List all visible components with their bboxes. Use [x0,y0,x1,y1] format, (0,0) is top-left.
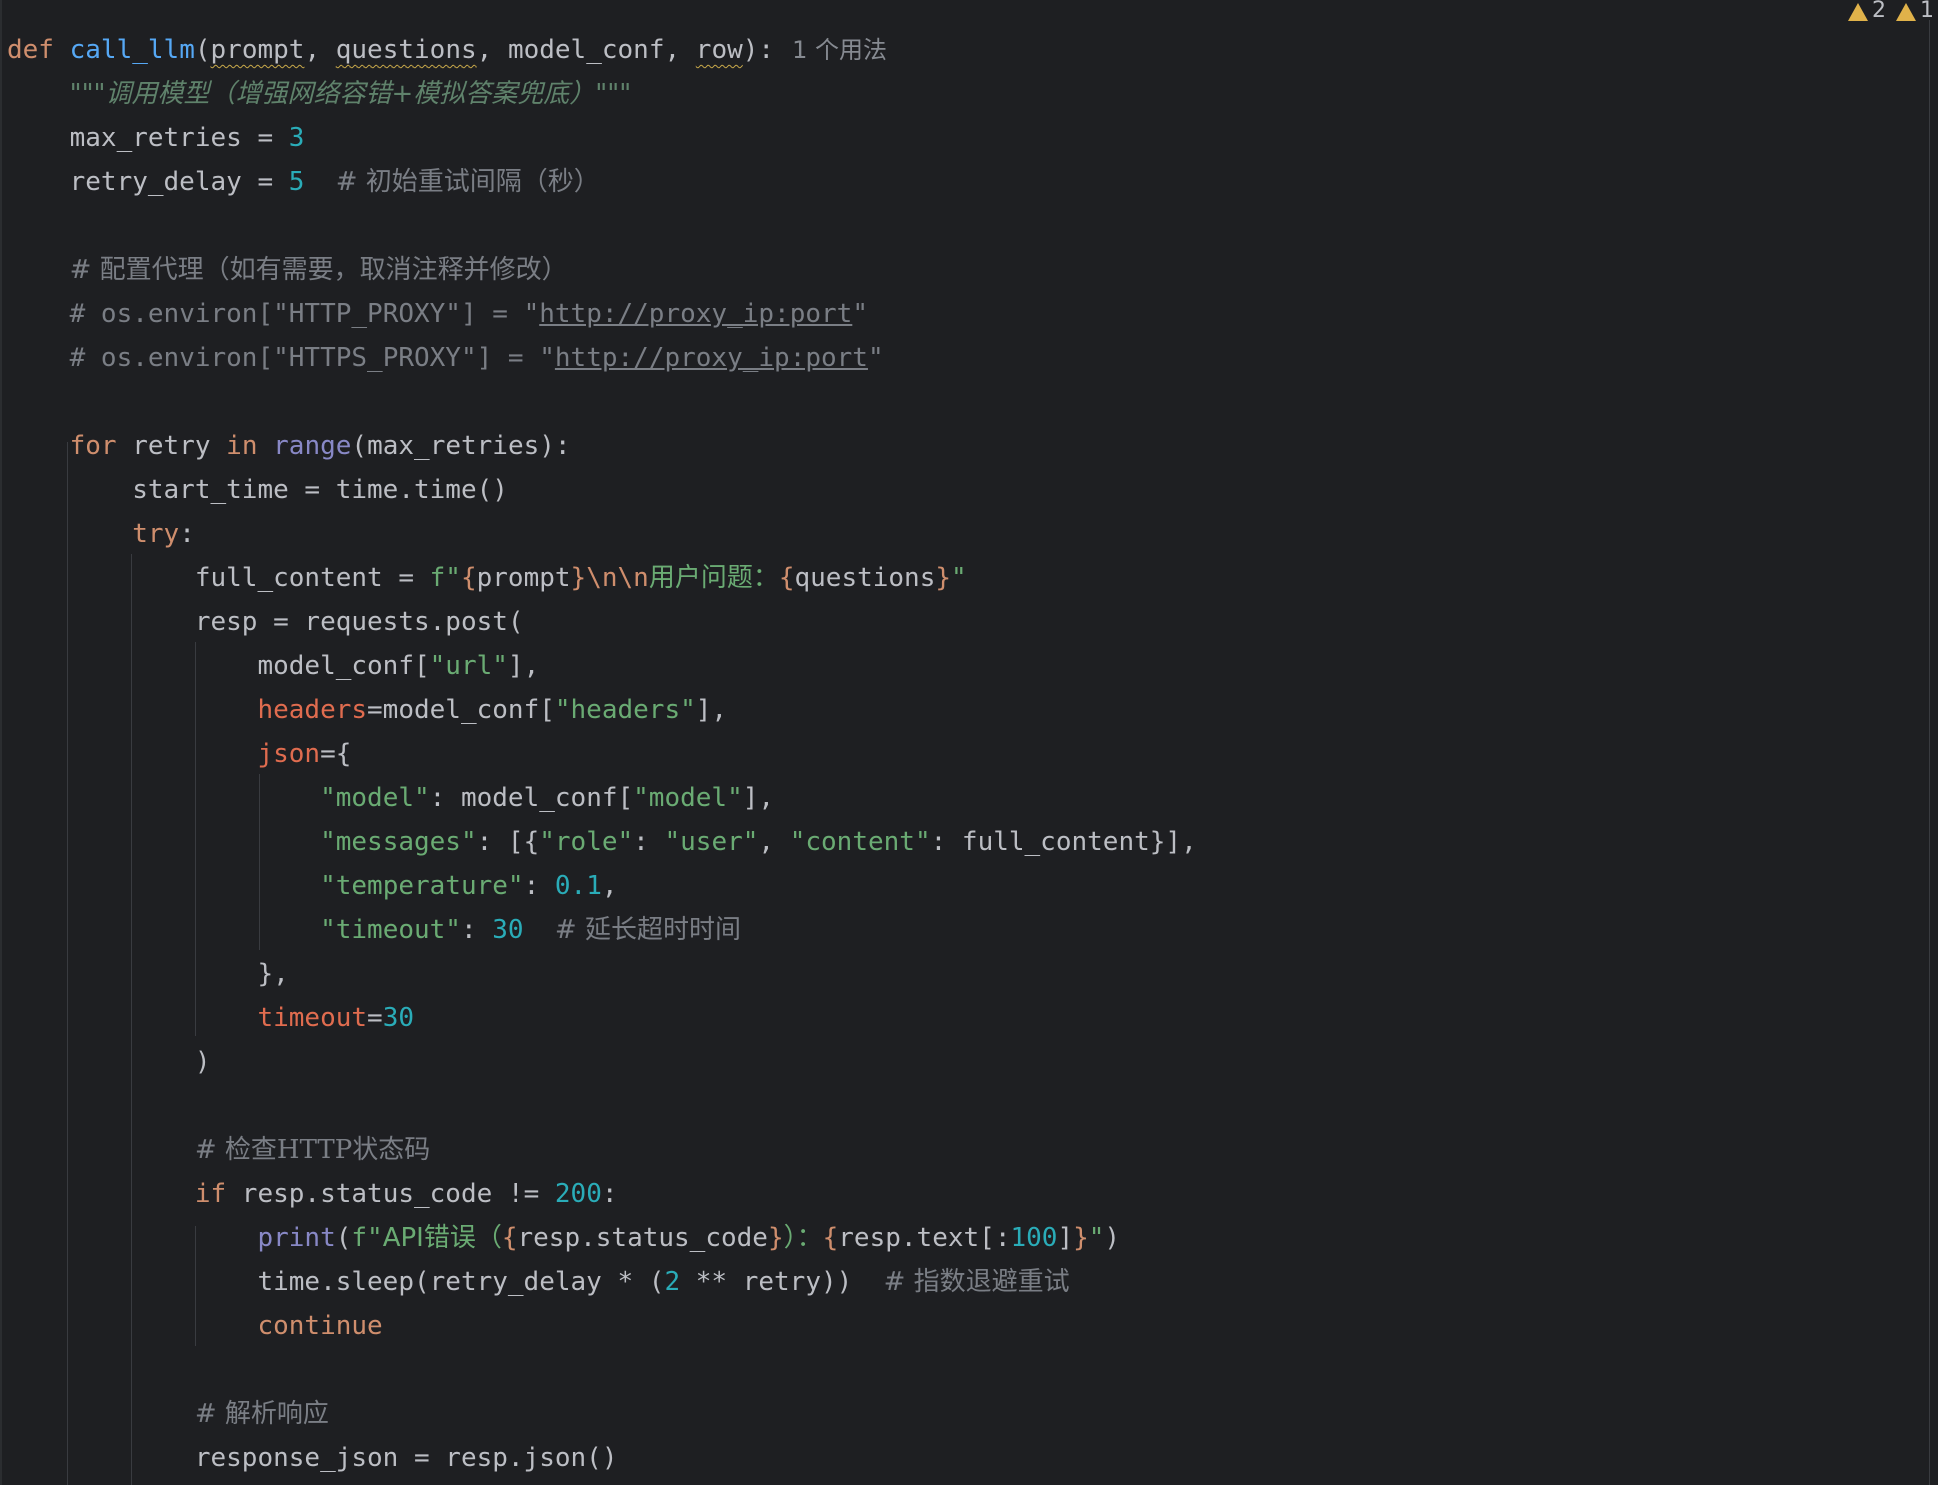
code-line[interactable]: ) [7,1040,1926,1084]
code-line[interactable]: }, [7,952,1926,996]
code-line[interactable] [7,1084,1926,1128]
code-line[interactable]: # 解析响应 [7,1392,1926,1436]
docstring: """调用模型（增强网络容错+模拟答案兜底）""" [69,79,632,109]
comment: # 指数退避重试 [883,1267,1070,1297]
comment: # 延长超时时间 [554,915,741,945]
code-line[interactable]: headers=model_conf["headers"], [7,688,1926,732]
comment: # 解析响应 [194,1399,329,1429]
usage-hint[interactable]: 1 个用法 [792,36,887,64]
proxy-url-link[interactable]: http://proxy_ip:port [539,299,852,329]
editor-gutter-border [0,0,2,1485]
comment: # 配置代理（如有需要，取消注释并修改） [69,255,568,285]
code-line[interactable] [7,204,1926,248]
code-line[interactable]: "messages": [{"role": "user", "content":… [7,820,1926,864]
comment: # 初始重试间隔（秒） [335,167,600,197]
code-line[interactable]: # os.environ["HTTPS_PROXY"] = "http://pr… [7,336,1926,380]
vertical-scrollbar[interactable] [1929,20,1938,1485]
code-line[interactable] [7,380,1926,424]
code-line[interactable]: continue [7,1304,1926,1348]
comment: # 检查HTTP状态码 [194,1135,431,1165]
code-line[interactable]: def call_llm(prompt, questions, model_co… [7,28,1926,72]
code-line[interactable]: start_time = time.time() [7,468,1926,512]
code-editor[interactable]: 2 1 def call_llm(prompt, questions, mode… [0,0,1938,1485]
code-line[interactable]: "timeout": 30 # 延长超时时间 [7,908,1926,952]
code-line[interactable]: # os.environ["HTTP_PROXY"] = "http://pro… [7,292,1926,336]
code-line[interactable]: print(f"API错误（{resp.status_code}）：{resp.… [7,1216,1926,1260]
code-line[interactable]: retry_delay = 5 # 初始重试间隔（秒） [7,160,1926,204]
code-line[interactable]: model_conf["url"], [7,644,1926,688]
code-line[interactable]: for retry in range(max_retries): [7,424,1926,468]
code-line[interactable]: # 检查HTTP状态码 [7,1128,1926,1172]
warnings-indicator[interactable]: 2 [1848,0,1886,23]
code-line[interactable]: full_content = f"{prompt}\n\n用户问题：{quest… [7,556,1926,600]
code-line[interactable]: timeout=30 [7,996,1926,1040]
code-line[interactable]: json={ [7,732,1926,776]
code-line[interactable] [7,1348,1926,1392]
code-line[interactable]: response_json = resp.json() [7,1436,1926,1480]
fstring-text: 用户问题： [648,563,779,593]
code-line[interactable]: max_retries = 3 [7,116,1926,160]
code-line[interactable]: "model": model_conf["model"], [7,776,1926,820]
weak-warning-icon [1896,3,1916,21]
code-area[interactable]: def call_llm(prompt, questions, model_co… [7,28,1926,1480]
code-line[interactable]: time.sleep(retry_delay * (2 ** retry)) #… [7,1260,1926,1304]
code-line[interactable]: try: [7,512,1926,556]
code-line[interactable]: resp = requests.post( [7,600,1926,644]
inspection-widget[interactable]: 2 1 [1848,0,1934,23]
warnings-count: 2 [1872,0,1886,23]
proxy-url-link[interactable]: http://proxy_ip:port [555,343,868,373]
code-line[interactable]: if resp.status_code != 200: [7,1172,1926,1216]
warning-icon [1848,3,1868,21]
comment: # os.environ["HTTP_PROXY"] = " [69,299,540,329]
code-line[interactable]: "temperature": 0.1, [7,864,1926,908]
comment: # os.environ["HTTPS_PROXY"] = " [69,343,555,373]
code-line[interactable]: """调用模型（增强网络容错+模拟答案兜底）""" [7,72,1926,116]
fstring-text: ）： [783,1223,823,1253]
fstring-text: API错误（ [382,1223,502,1253]
code-line[interactable]: # 配置代理（如有需要，取消注释并修改） [7,248,1926,292]
